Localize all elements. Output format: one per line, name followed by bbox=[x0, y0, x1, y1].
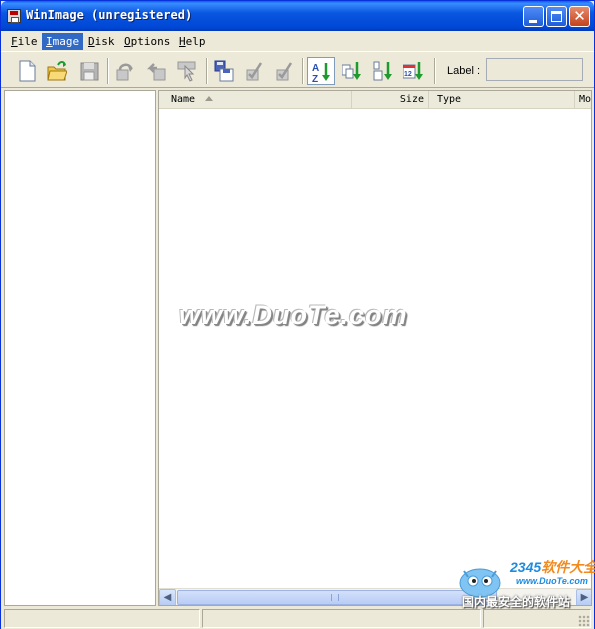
duote-watermark: www.DuoTe.com bbox=[179, 300, 408, 330]
svg-text:A: A bbox=[312, 63, 319, 74]
sort-size-icon bbox=[373, 61, 392, 81]
scroll-left-button[interactable]: ◀ bbox=[159, 589, 176, 605]
brand-watermark: 2345软件大全 www.DuoTe.com 国内最安全的软件站 bbox=[456, 549, 595, 609]
sort-ascending-icon bbox=[205, 96, 213, 101]
minimize-icon bbox=[529, 20, 537, 23]
toolbar-separator bbox=[206, 58, 208, 84]
winimage-window: WinImage (unregistered) ✕ File Image Dis… bbox=[0, 0, 595, 629]
label-caption: Label : bbox=[447, 65, 481, 77]
checkmark-edit-icon bbox=[246, 62, 263, 81]
menu-disk[interactable]: Disk bbox=[84, 33, 119, 50]
undo-button[interactable] bbox=[143, 57, 171, 85]
close-button[interactable]: ✕ bbox=[569, 6, 590, 27]
window-title: WinImage (unregistered) bbox=[26, 8, 193, 22]
open-folder-icon bbox=[47, 61, 67, 81]
column-header-size[interactable]: Size bbox=[352, 91, 429, 108]
maximize-icon bbox=[551, 11, 562, 22]
checkmark-disabled-icon bbox=[276, 62, 293, 81]
grip-icon bbox=[331, 594, 339, 601]
svg-text:Z: Z bbox=[312, 74, 318, 83]
status-panel-1 bbox=[4, 609, 200, 628]
sort-name-button[interactable]: A Z bbox=[307, 57, 335, 85]
sort-type-icon bbox=[342, 62, 361, 80]
svg-text:12: 12 bbox=[404, 71, 412, 78]
sort-size-button[interactable] bbox=[369, 57, 397, 85]
menu-help[interactable]: Help bbox=[175, 33, 210, 50]
floppy-app-icon[interactable] bbox=[7, 9, 21, 23]
brand-name: 2345软件大全 bbox=[510, 557, 595, 577]
undo-arrow-icon bbox=[147, 63, 166, 81]
save-button[interactable] bbox=[75, 57, 103, 85]
sort-type-button[interactable] bbox=[338, 57, 366, 85]
redo-button[interactable] bbox=[111, 57, 139, 85]
brand-url: www.DuoTe.com bbox=[516, 576, 588, 586]
new-document-icon bbox=[19, 60, 36, 82]
brand-digits: 2345 bbox=[510, 559, 542, 575]
maximize-button[interactable] bbox=[546, 6, 567, 27]
write-disk-button[interactable] bbox=[210, 57, 238, 85]
column-header-name[interactable]: Name bbox=[159, 91, 352, 108]
brand-text: 软件大全 bbox=[541, 559, 595, 575]
sort-date-button[interactable]: 12 bbox=[399, 57, 427, 85]
chevron-left-icon: ◀ bbox=[163, 592, 172, 603]
column-header-type[interactable]: Type bbox=[429, 91, 575, 108]
column-header-modified[interactable]: Mo bbox=[575, 91, 591, 108]
toolbar-separator bbox=[434, 58, 436, 84]
write-disk-icon bbox=[214, 60, 234, 82]
status-panel-2 bbox=[202, 609, 481, 628]
sort-date-icon: 12 bbox=[403, 62, 423, 80]
brand-slogan: 国内最安全的软件站 bbox=[462, 595, 571, 609]
minimize-button[interactable] bbox=[523, 6, 544, 27]
list-header: Name Size Type Mo bbox=[159, 91, 591, 109]
new-button[interactable] bbox=[13, 57, 41, 85]
select-pointer-icon bbox=[177, 61, 196, 82]
close-icon: ✕ bbox=[573, 7, 586, 25]
check-edit-button[interactable] bbox=[240, 57, 268, 85]
save-disk-icon bbox=[80, 62, 99, 81]
status-bar bbox=[1, 607, 594, 629]
sort-az-icon: A Z bbox=[312, 63, 330, 83]
open-button[interactable] bbox=[43, 57, 71, 85]
check-disabled-button[interactable] bbox=[270, 57, 298, 85]
title-bar[interactable]: WinImage (unregistered) ✕ bbox=[1, 1, 594, 31]
menu-bar: File Image Disk Options Help bbox=[1, 31, 594, 51]
file-list-pane[interactable]: Name Size Type Mo ◀ ▶ bbox=[158, 90, 592, 606]
select-button[interactable] bbox=[173, 57, 201, 85]
label-input[interactable] bbox=[486, 58, 583, 81]
toolbar-separator bbox=[107, 58, 109, 84]
redo-arrow-icon bbox=[116, 63, 133, 81]
column-name-label: Name bbox=[171, 94, 196, 105]
status-panel-3 bbox=[483, 609, 591, 628]
menu-options[interactable]: Options bbox=[120, 33, 174, 50]
resize-grip-icon[interactable] bbox=[578, 615, 590, 627]
menu-file[interactable]: File bbox=[7, 33, 42, 50]
menu-image[interactable]: Image bbox=[42, 33, 84, 50]
scrollbar-thumb[interactable] bbox=[177, 590, 497, 605]
directory-tree-pane[interactable] bbox=[4, 90, 156, 606]
toolbar-separator bbox=[302, 58, 304, 84]
